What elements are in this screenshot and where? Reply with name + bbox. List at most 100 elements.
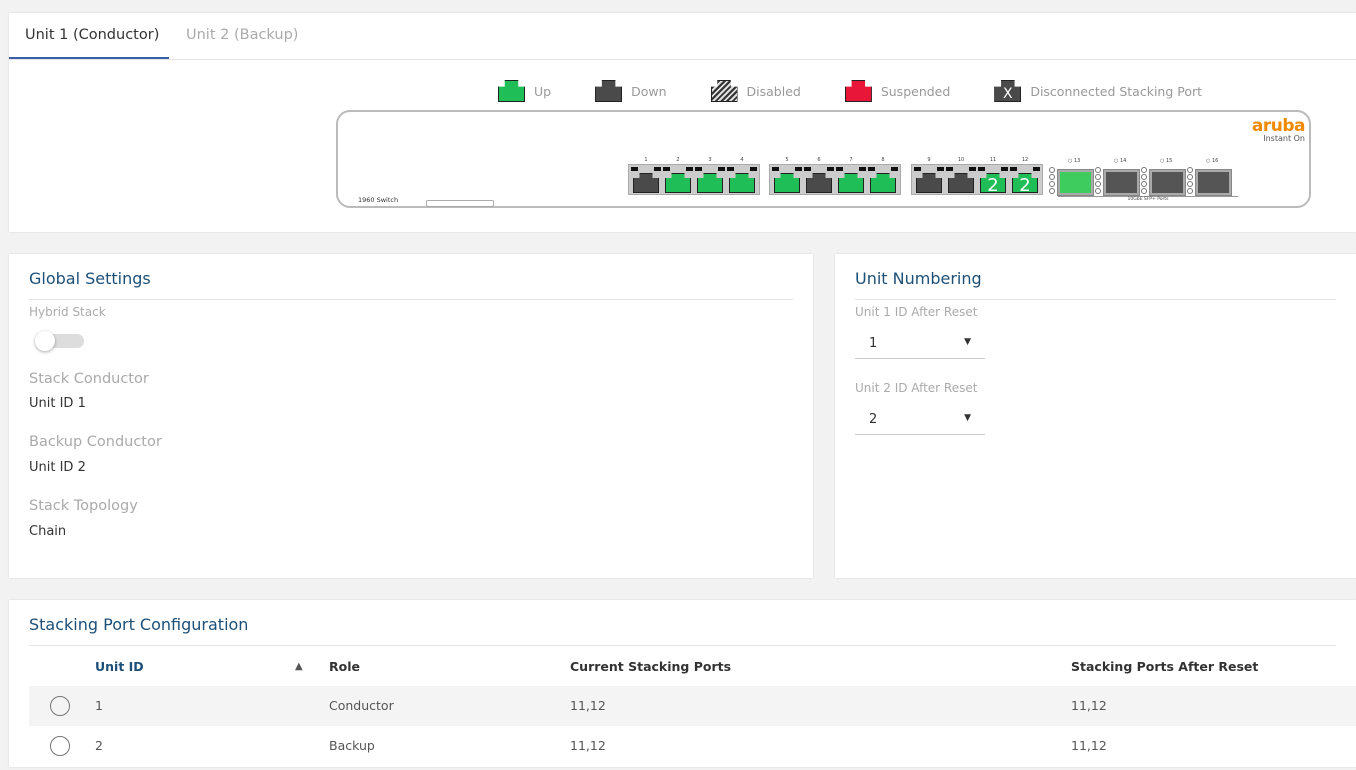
- port-led: [718, 167, 725, 171]
- port-led: [1033, 167, 1040, 171]
- row-radio[interactable]: [50, 736, 70, 756]
- port-led: [804, 167, 811, 171]
- port-number: 6: [817, 157, 821, 163]
- switch-model-label: 1960 Switch: [358, 196, 399, 204]
- port-led: [663, 167, 670, 171]
- col-role[interactable]: Role: [329, 659, 360, 674]
- col-current-ports[interactable]: Current Stacking Ports: [570, 659, 731, 674]
- port-number: 2: [676, 157, 680, 163]
- sort-asc-icon[interactable]: ▲: [295, 661, 303, 672]
- port-12[interactable]: 12 2: [1010, 157, 1040, 193]
- sfp-port-number: ○ 14: [1114, 158, 1127, 164]
- port-3[interactable]: 3: [695, 157, 725, 193]
- divider: [29, 299, 793, 300]
- port-10[interactable]: 10: [946, 157, 976, 193]
- stack-topology-label: Stack Topology: [29, 498, 138, 514]
- sfp-port-number: ○ 16: [1206, 158, 1219, 164]
- port-6[interactable]: 6: [804, 157, 834, 193]
- port-5[interactable]: 5: [772, 157, 802, 193]
- sfp-led: [1187, 188, 1193, 194]
- hybrid-stack-label: Hybrid Stack: [29, 305, 106, 319]
- port-led: [695, 167, 702, 171]
- port-number: 1: [644, 157, 648, 163]
- legend-label: Disabled: [746, 83, 801, 99]
- caret-down-icon: ▼: [964, 337, 971, 347]
- tab-unit-1[interactable]: Unit 1 (Conductor): [25, 27, 159, 43]
- rj45-port-icon: 2: [980, 173, 1006, 193]
- port-group: 9 10 11 2 12 2: [911, 157, 1043, 195]
- sfp-port-16[interactable]: [1195, 169, 1232, 196]
- port-9[interactable]: 9: [914, 157, 944, 193]
- port-led: [795, 167, 802, 171]
- legend-suspended: Suspended: [844, 80, 950, 102]
- sfp-led: [1141, 174, 1147, 180]
- port-1[interactable]: 1: [631, 157, 661, 193]
- caret-down-icon: ▼: [964, 413, 971, 423]
- tab-unit-2[interactable]: Unit 2 (Backup): [186, 27, 298, 43]
- port-2[interactable]: 2: [663, 157, 693, 193]
- cell-role: Conductor: [329, 698, 394, 713]
- divider: [29, 645, 1336, 646]
- table-row[interactable]: 1 Conductor 11,12 11,12: [29, 686, 1356, 726]
- row-radio[interactable]: [50, 696, 70, 716]
- port-number: 4: [740, 157, 744, 163]
- switch-faceplate: 1960 Switch 10GbE SFP+ Ports aruba Insta…: [336, 110, 1311, 208]
- legend-down: Down: [595, 80, 667, 102]
- divider: [855, 299, 1336, 300]
- hybrid-stack-toggle[interactable]: [35, 331, 84, 351]
- unit-tabs: Unit 1 (Conductor) Unit 2 (Backup): [9, 13, 1356, 60]
- legend-label: Up: [534, 83, 552, 99]
- cell-current: 11,12: [570, 698, 606, 713]
- sfp-led: [1049, 167, 1055, 173]
- rj45-port-icon: [838, 173, 864, 193]
- sfp-led: [1141, 188, 1147, 194]
- port-suspended-icon: [844, 80, 872, 102]
- table-row[interactable]: 2 Backup 11,12 11,12: [29, 726, 1356, 766]
- col-ports-after-reset[interactable]: Stacking Ports After Reset: [1071, 659, 1258, 674]
- card-title: Global Settings: [29, 269, 151, 288]
- sfp-led: [1187, 167, 1193, 173]
- sfp-led: [1187, 174, 1193, 180]
- cell-after: 11,12: [1071, 738, 1107, 753]
- rj45-port-icon: 2: [1012, 173, 1038, 193]
- cell-unit: 1: [95, 698, 103, 713]
- unit2-id-label: Unit 2 ID After Reset: [855, 381, 978, 395]
- port-number: 9: [927, 157, 931, 163]
- port-led: [1001, 167, 1008, 171]
- port-11[interactable]: 11 2: [978, 157, 1008, 193]
- sfp-led: [1095, 174, 1101, 180]
- rj45-port-icon: [806, 173, 832, 193]
- sfp-led: [1095, 181, 1101, 187]
- port-led: [686, 167, 693, 171]
- port-group: 1 2 3 4: [628, 157, 760, 195]
- switch-handle: [426, 200, 494, 207]
- sfp-port-13[interactable]: [1057, 169, 1094, 196]
- sfp-led: [1095, 188, 1101, 194]
- sfp-port-14[interactable]: [1103, 169, 1140, 196]
- port-4[interactable]: 4: [727, 157, 757, 193]
- port-number: 11: [989, 157, 997, 163]
- switch-panel: Unit 1 (Conductor) Unit 2 (Backup) Up Do…: [9, 13, 1356, 232]
- port-led: [946, 167, 953, 171]
- unit2-id-select[interactable]: 2 ▼: [855, 403, 985, 435]
- port-7[interactable]: 7: [836, 157, 866, 193]
- port-led: [836, 167, 843, 171]
- port-number: 10: [957, 157, 965, 163]
- port-led: [772, 167, 779, 171]
- port-number: 8: [881, 157, 885, 163]
- stack-conductor-value: Unit ID 1: [29, 396, 86, 411]
- sfp-port-15[interactable]: [1149, 169, 1186, 196]
- select-value: 1: [869, 336, 878, 351]
- card-title: Unit Numbering: [855, 269, 982, 288]
- port-8[interactable]: 8: [868, 157, 898, 193]
- unit1-id-select[interactable]: 1 ▼: [855, 327, 985, 359]
- col-unit-id[interactable]: Unit ID: [95, 659, 144, 674]
- port-led: [937, 167, 944, 171]
- aruba-logo: aruba Instant On: [1252, 118, 1306, 144]
- port-number: 7: [849, 157, 853, 163]
- port-led: [727, 167, 734, 171]
- sfp-led: [1049, 188, 1055, 194]
- unit1-id-label: Unit 1 ID After Reset: [855, 305, 978, 319]
- backup-conductor-value: Unit ID 2: [29, 460, 86, 475]
- port-disabled-icon: [710, 80, 738, 102]
